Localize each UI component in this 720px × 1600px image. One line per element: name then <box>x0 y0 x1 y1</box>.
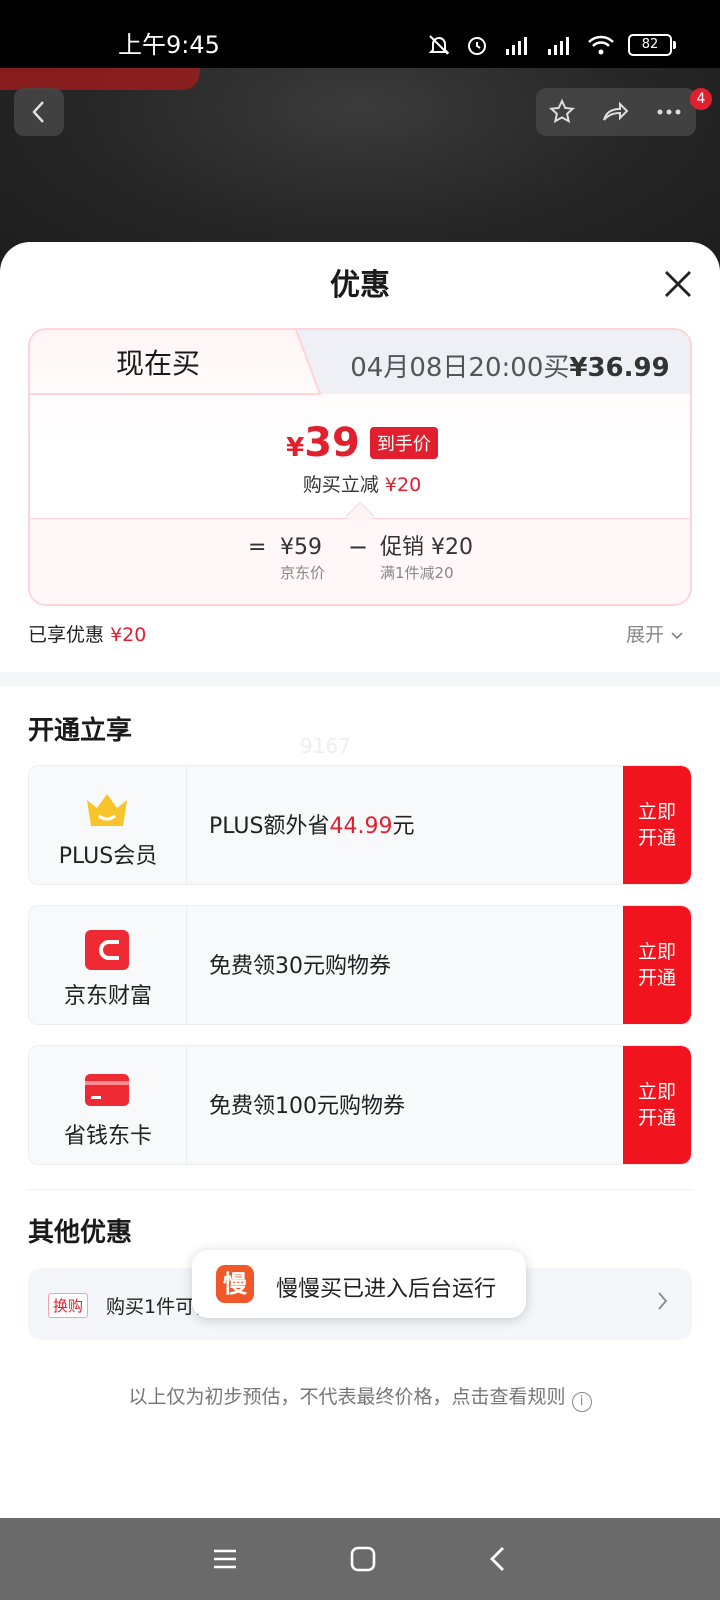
back-arrow-icon <box>490 1547 504 1571</box>
watermark-text: 9167 <box>300 734 351 758</box>
crown-icon <box>87 794 127 826</box>
price-card: 现在买 04月08日20:00买¥36.99 ¥39 到手价 购买立减 ¥20 … <box>28 328 692 606</box>
wifi-icon <box>588 35 614 55</box>
base-price-block: ¥59 京东价 <box>280 533 325 583</box>
jd-finance-name: 京东财富 <box>63 984 152 1009</box>
minus-sign: − <box>348 533 369 561</box>
mute-bell-icon <box>428 35 450 55</box>
saving-card[interactable]: 省钱东卡 免费领100元购物券 立即 开通 <box>28 1045 692 1165</box>
plus-saving-amount: 44.99 <box>329 814 393 839</box>
open-section-title: 开通立享 <box>28 716 133 746</box>
card-icon <box>85 1074 129 1106</box>
alarm-icon <box>468 37 486 55</box>
status-bar: 上午9:45 82 <box>0 0 720 68</box>
share-icon[interactable] <box>600 98 630 126</box>
open-plus-button[interactable]: 立即 开通 <box>623 766 691 884</box>
jd-finance-desc: 免费领30元购物券 <box>209 954 391 979</box>
promo-rule: 满1件减20 <box>380 564 454 582</box>
equals-sign: = <box>248 535 267 560</box>
reduce-label: 购买立减 <box>302 474 379 496</box>
enjoyed-label: 已享优惠 ¥20 <box>28 624 147 646</box>
chevron-down-icon <box>671 632 683 640</box>
wallet-icon <box>85 930 129 970</box>
tab-buy-later[interactable]: 04月08日20:00买¥36.99 <box>330 350 690 386</box>
app-logo-icon: 慢 <box>216 1265 254 1303</box>
plus-member-brand: PLUS会员 <box>29 766 187 884</box>
tab-future-price: ¥36.99 <box>569 353 670 383</box>
reduce-amount: ¥20 <box>384 474 422 496</box>
menu-icon <box>214 1549 236 1569</box>
final-price-tag: 到手价 <box>369 427 438 459</box>
home-button[interactable] <box>349 1545 377 1573</box>
enjoyed-amount: ¥20 <box>110 624 147 646</box>
toast-text: 慢慢买已进入后台运行 <box>276 1277 497 1302</box>
reduce-line: 购买立减 ¥20 <box>30 470 690 497</box>
tab-buy-now[interactable]: 现在买 <box>30 346 286 382</box>
promo-amount: 促销 ¥20 <box>380 535 473 560</box>
section-line <box>28 1189 692 1190</box>
sheet-title: 优惠 <box>330 268 390 303</box>
jd-finance-card[interactable]: 京东财富 免费领30元购物券 立即 开通 <box>28 905 692 1025</box>
final-price-amount: 39 <box>304 420 360 466</box>
plus-member-card[interactable]: PLUS会员 PLUS额外省44.99元 立即 开通 <box>28 765 692 885</box>
status-time: 上午9:45 <box>118 31 220 59</box>
price-card-frame: 现在买 04月08日20:00买¥36.99 ¥39 到手价 购买立减 ¥20 … <box>28 328 692 606</box>
star-icon[interactable] <box>548 98 576 126</box>
plus-member-desc: PLUS额外省44.99元 <box>209 814 415 839</box>
final-price: ¥39 <box>286 420 360 466</box>
open-jd-finance-button[interactable]: 立即 开通 <box>623 906 691 1024</box>
swap-tag: 换购 <box>48 1293 89 1318</box>
saving-card-desc: 免费领100元购物券 <box>209 1094 405 1119</box>
disclaimer[interactable]: 以上仅为初步预估，不代表最终价格，点击查看规则 i <box>0 1382 720 1412</box>
product-image-banner <box>0 68 200 90</box>
jd-finance-brand: 京东财富 <box>29 906 187 1024</box>
promo-block: 促销 ¥20 满1件减20 <box>380 533 473 583</box>
final-price-currency: ¥ <box>286 433 305 463</box>
background-toast: 慢 慢慢买已进入后台运行 <box>192 1250 526 1318</box>
home-square-icon <box>350 1546 376 1572</box>
enjoyed-discount-row: 已享优惠 ¥20 展开 <box>28 620 692 652</box>
section-divider <box>0 672 720 686</box>
status-icons: 82 <box>426 32 676 58</box>
close-icon[interactable] <box>660 266 696 302</box>
base-price-label: 京东价 <box>280 564 326 582</box>
top-action-group <box>536 88 696 136</box>
tab-future-date: 04月08日20:00买 <box>350 353 570 383</box>
saving-card-name: 省钱东卡 <box>63 1124 152 1149</box>
base-price: ¥59 <box>280 535 322 560</box>
open-saving-card-button[interactable]: 立即 开通 <box>623 1046 691 1164</box>
more-icon[interactable] <box>654 98 684 126</box>
info-icon: i <box>571 1392 592 1412</box>
other-section-title: 其他优惠 <box>28 1218 133 1248</box>
chevron-right-icon <box>658 1292 668 1310</box>
discount-sheet: 优惠 现在买 04月08日20:00买¥36.99 ¥39 到手价 购买立减 ¥… <box>0 242 720 1518</box>
back-nav-button[interactable] <box>487 1545 509 1573</box>
signal-hd-1-icon <box>506 37 527 55</box>
notification-badge: 4 <box>690 88 712 110</box>
signal-hd-2-icon <box>548 37 569 55</box>
saving-card-brand: 省钱东卡 <box>29 1046 187 1164</box>
battery-indicator: 82 <box>628 34 676 56</box>
final-price-row: ¥39 到手价 <box>30 420 690 466</box>
price-calculation: = ¥59 京东价 − 促销 ¥20 满1件减20 <box>30 518 690 604</box>
chevron-left-icon <box>32 101 44 123</box>
system-nav-bar <box>0 1518 720 1600</box>
expand-button[interactable]: 展开 <box>626 620 684 647</box>
menu-button[interactable] <box>211 1547 239 1571</box>
back-button[interactable] <box>14 88 64 136</box>
plus-member-name: PLUS会员 <box>58 844 158 869</box>
